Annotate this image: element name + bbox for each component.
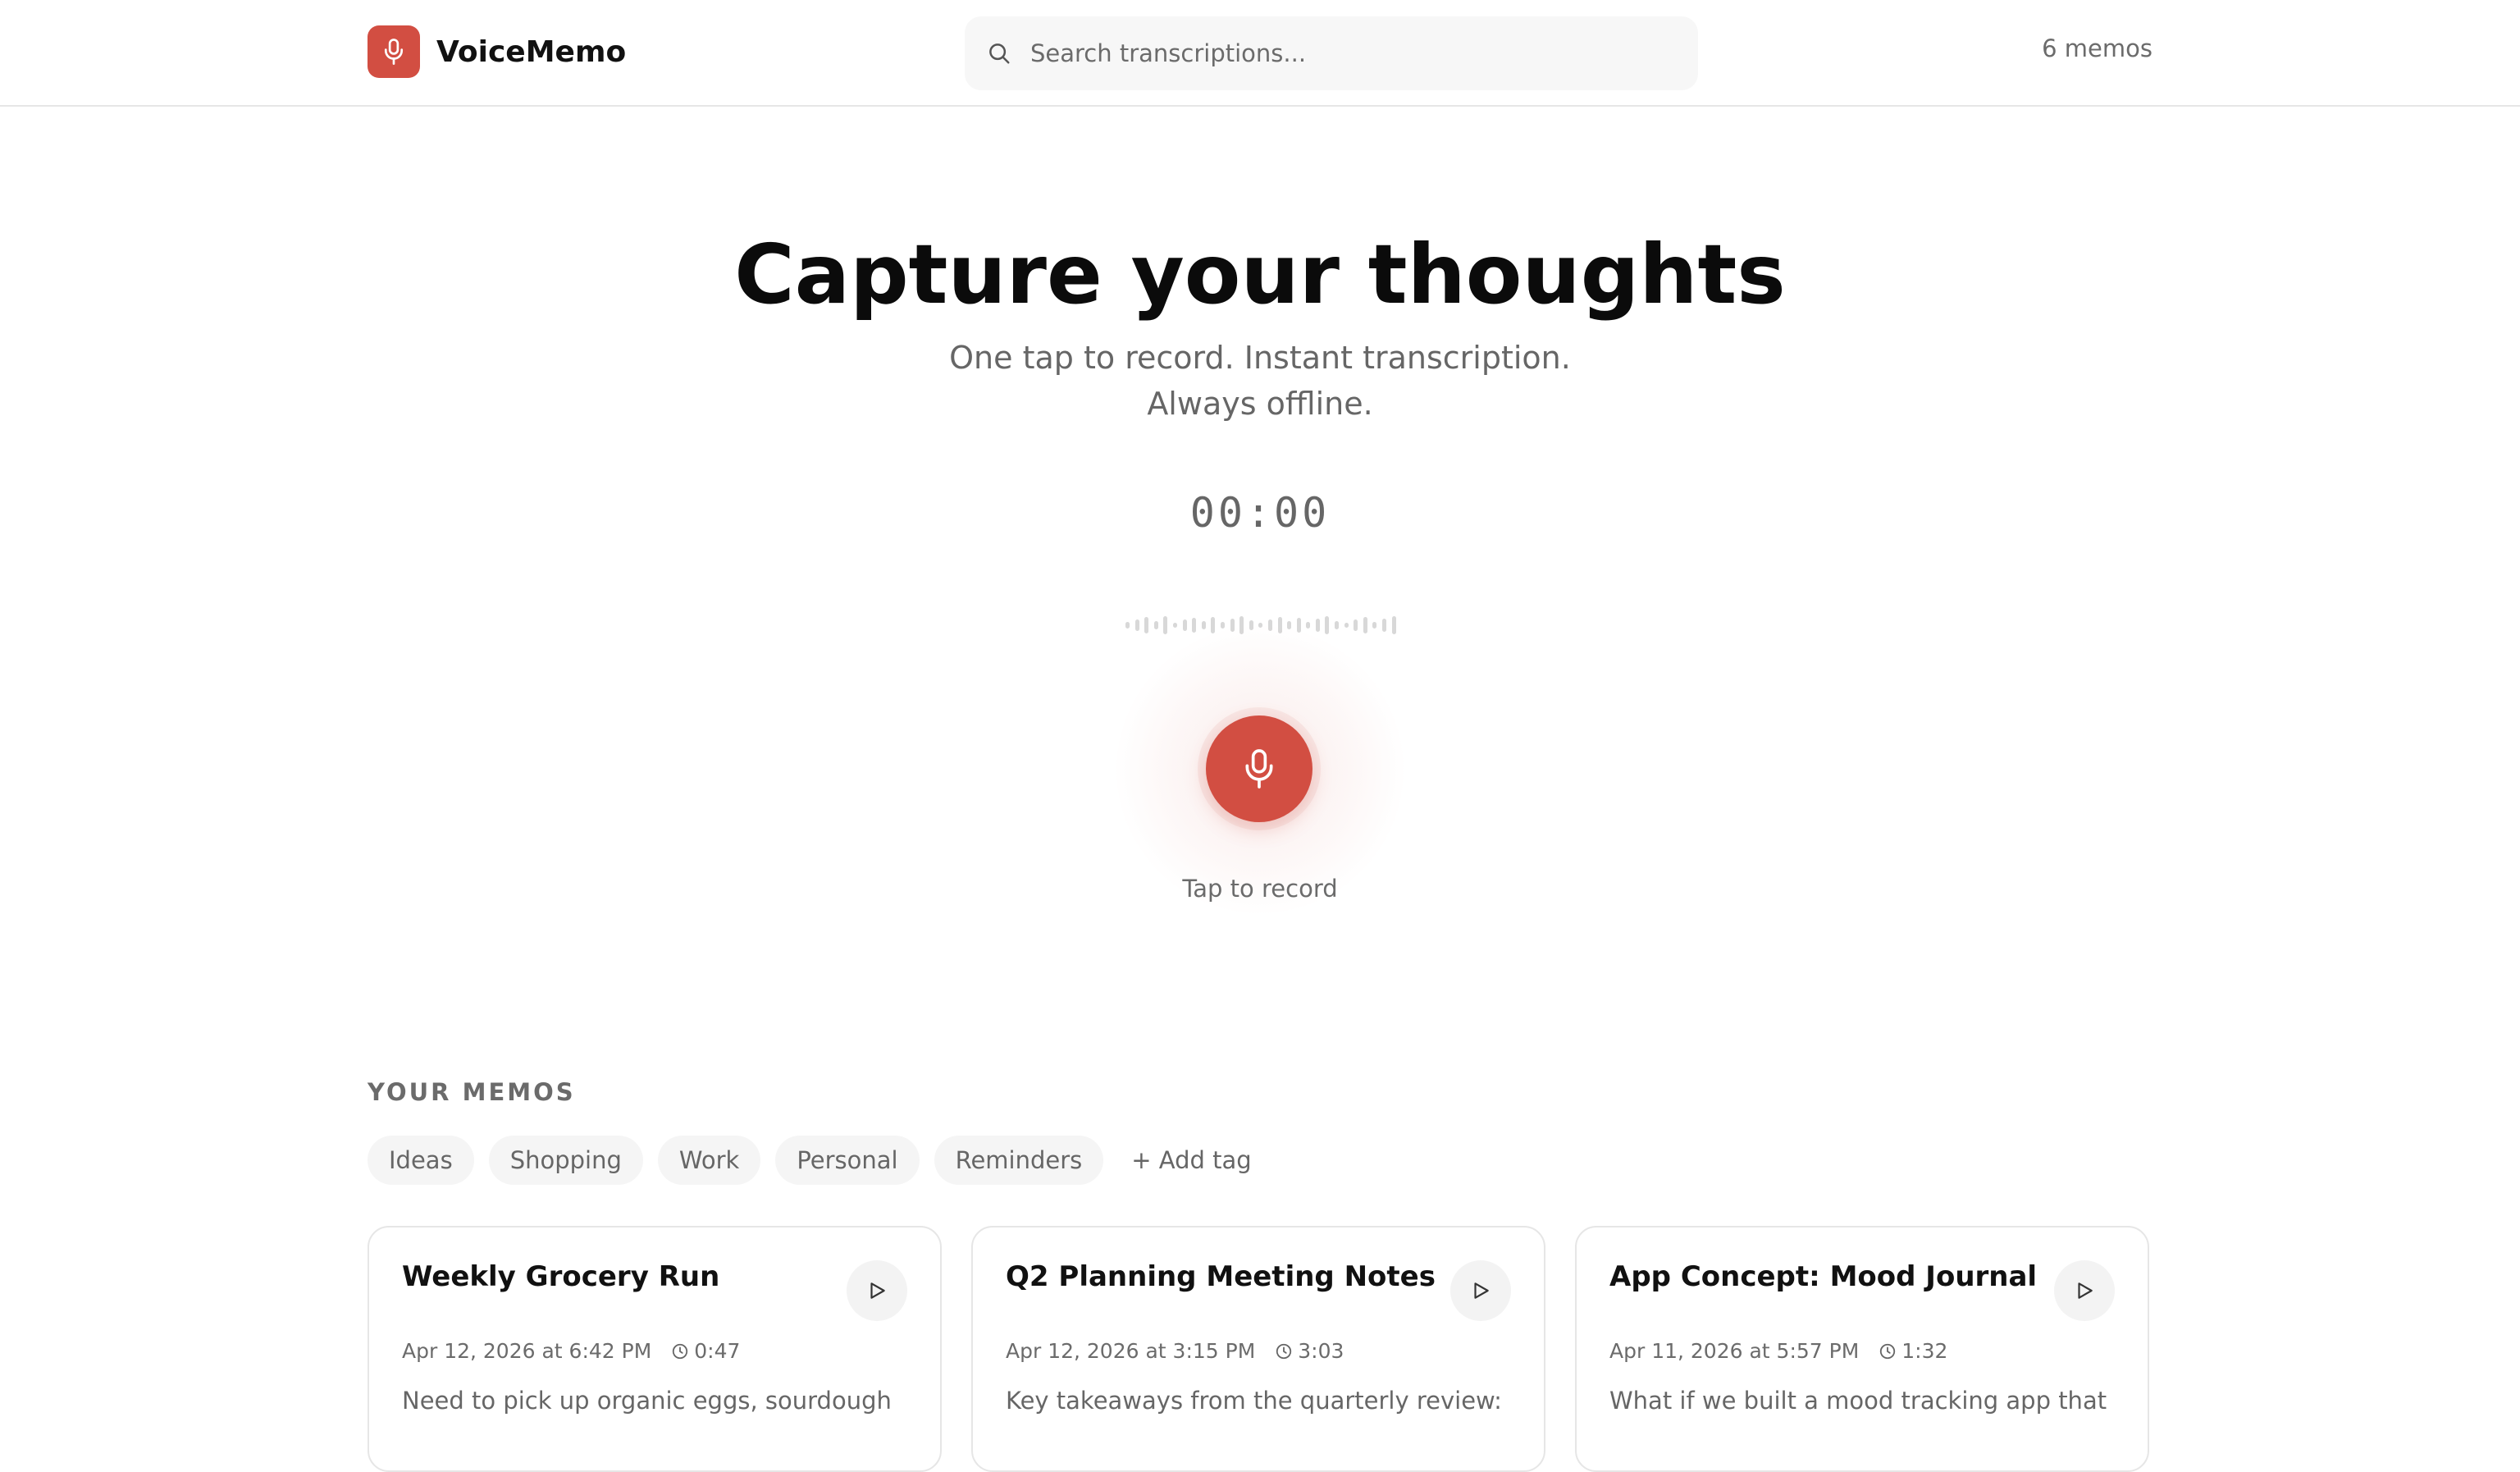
memo-preview: Key takeaways from the quarterly review: [1006,1387,1502,1415]
memo-preview: Need to pick up organic eggs, sourdough [402,1387,892,1415]
memo-title: Weekly Grocery Run [402,1260,720,1293]
play-icon [866,1279,888,1302]
memo-meta: Apr 12, 2026 at 3:15 PM 3:03 [1006,1339,1344,1363]
waveform-bar [1125,622,1130,629]
waveform-bar [1182,619,1187,631]
tag-work[interactable]: Work [657,1136,761,1185]
recording-timer: 00:00 [1189,489,1331,537]
tag-ideas[interactable]: Ideas [368,1136,474,1185]
microphone-icon [368,25,420,78]
memo-list: Weekly Grocery Run Apr 12, 2026 at 6:42 … [368,1226,2152,1472]
play-button[interactable] [1450,1260,1511,1321]
play-icon [1470,1279,1491,1302]
waveform-bar [1172,623,1177,628]
waveform-bar [1315,619,1320,632]
waveform-bar [1306,622,1311,629]
memo-meta: Apr 11, 2026 at 5:57 PM 1:32 [1609,1339,1947,1363]
waveform-bar [1134,619,1139,631]
waveform-bar [1163,616,1168,634]
clock-icon [1275,1342,1293,1360]
tag-personal[interactable]: Personal [775,1136,920,1185]
top-bar: VoiceMemo 6 memos [0,0,2520,107]
microphone-icon [1241,747,1277,791]
waveform-bar [1363,617,1367,633]
waveform-bar [1372,622,1377,629]
waveform-bar [1144,617,1149,633]
hero-subtitle: One tap to record. Instant transcription… [949,340,1571,422]
memo-meta: Apr 12, 2026 at 6:42 PM 0:47 [402,1339,740,1363]
memo-preview: What if we built a mood tracking app tha… [1609,1387,2107,1415]
memo-date: Apr 12, 2026 at 3:15 PM [1006,1339,1256,1363]
memo-duration: 3:03 [1298,1339,1344,1363]
add-tag-button[interactable]: + Add tag [1118,1136,1264,1185]
memo-title: Q2 Planning Meeting Notes [1006,1260,1436,1293]
memo-date: Apr 12, 2026 at 6:42 PM [402,1339,652,1363]
play-button[interactable] [847,1260,907,1321]
waveform-bar [1335,621,1340,629]
memo-title: App Concept: Mood Journal [1609,1260,2038,1293]
search-input[interactable] [1029,39,1672,68]
waveform-bar [1325,616,1330,634]
memo-date: Apr 11, 2026 at 5:57 PM [1609,1339,1860,1363]
app-name: VoiceMemo [436,34,627,69]
clock-icon [1879,1342,1897,1360]
tag-filter: Ideas Shopping Work Personal Reminders +… [368,1136,1280,1185]
memo-duration: 0:47 [694,1339,741,1363]
brand[interactable]: VoiceMemo [368,25,626,78]
clock-icon [671,1342,689,1360]
memo-card[interactable]: App Concept: Mood Journal Apr 11, 2026 a… [1575,1226,2149,1472]
record-button[interactable] [1206,715,1312,822]
waveform-bar [1391,616,1396,634]
waveform-bar [1153,621,1158,629]
search-icon [984,39,1014,68]
memo-card[interactable]: Weekly Grocery Run Apr 12, 2026 at 6:42 … [368,1226,942,1472]
waveform-bar [1192,618,1197,633]
section-title: YOUR MEMOS [368,1078,576,1106]
tag-shopping[interactable]: Shopping [488,1136,643,1185]
memo-duration: 1:32 [1901,1339,1948,1363]
memo-count: 6 memos [2042,34,2152,62]
waveform-bar [1382,619,1387,632]
memo-card[interactable]: Q2 Planning Meeting Notes Apr 12, 2026 a… [971,1226,1545,1472]
tag-reminders[interactable]: Reminders [934,1136,1104,1185]
play-button[interactable] [2054,1260,2115,1321]
play-icon [2074,1279,2095,1302]
hero-title: Capture your thoughts [734,226,1786,322]
waveform-bar [1201,621,1206,629]
waveform-bar [1354,619,1358,631]
waveform-bar [1344,623,1349,628]
search-bar[interactable] [965,16,1698,90]
record-label: Tap to record [1182,875,1338,903]
